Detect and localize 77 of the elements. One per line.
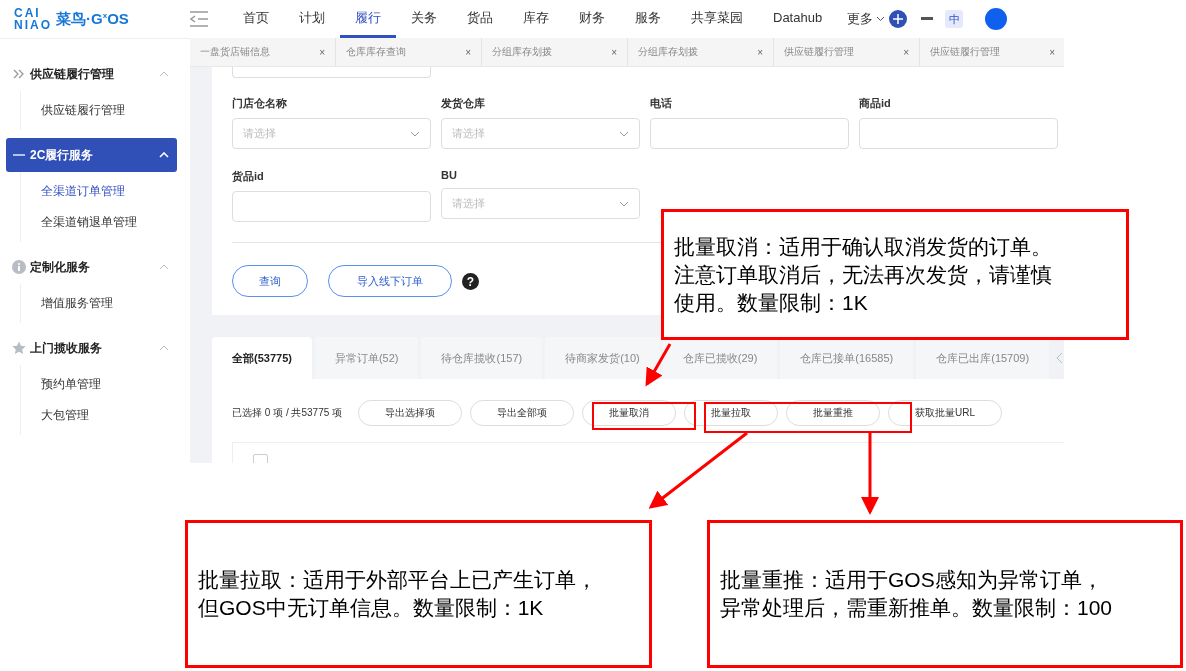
nav-tab[interactable]: 库存	[508, 0, 564, 38]
action-button[interactable]: 批量重推	[786, 400, 881, 426]
field-label: 货品id	[232, 169, 265, 184]
more-menu[interactable]: 更多	[847, 10, 886, 28]
action-button[interactable]: 批量取消	[582, 400, 677, 426]
sidebar-item[interactable]: 供应链履行管理	[21, 95, 125, 126]
close-tab-button[interactable]: ×	[757, 46, 763, 58]
query-button[interactable]: 查询	[232, 265, 308, 297]
nav-tab[interactable]: 关务	[396, 0, 452, 38]
sidebar-group[interactable]: 2C履行服务	[6, 138, 177, 172]
import-button[interactable]: 导入线下订单	[328, 265, 452, 297]
nav-tab[interactable]: 首页	[228, 0, 284, 38]
help-icon[interactable]: ?	[462, 272, 479, 290]
arrow	[645, 343, 672, 387]
chevron-down-icon	[876, 16, 886, 22]
close-tab-button[interactable]: ×	[319, 46, 325, 58]
nav-tab[interactable]: 货品	[452, 0, 508, 38]
input-field[interactable]	[232, 191, 431, 222]
field-label: 门店仓名称	[232, 96, 288, 111]
add-icon[interactable]	[889, 10, 908, 28]
logo-text: NIAO	[14, 19, 52, 31]
field-label: BU	[441, 169, 458, 181]
scroll-left-icon[interactable]	[1056, 352, 1064, 364]
info-icon	[12, 260, 26, 274]
language-toggle[interactable]: 中	[945, 10, 964, 28]
status-tab[interactable]: 待商家发货(10)	[545, 337, 660, 379]
sidebar-item[interactable]: 大包管理	[21, 400, 89, 431]
status-tab[interactable]: 全部(53775)	[212, 337, 312, 379]
page-tab[interactable]: 一盘货店铺信息	[200, 45, 270, 59]
star-icon	[12, 341, 26, 355]
nav-tab[interactable]: 财务	[564, 0, 620, 38]
callout-text: 批量取消：适用于确认取消发货的订单。 注意订单取消后，无法再次发货，请谨慎 使用。数量限制：1K	[674, 233, 1052, 316]
status-tab[interactable]: 仓库已出库(15709)	[916, 337, 1050, 379]
field-label: 商品id	[859, 96, 892, 111]
action-button[interactable]: 导出选择项	[358, 400, 463, 426]
sidebar-group[interactable]: 上门揽收服务	[6, 331, 177, 365]
sidebar-item[interactable]: 全渠道销退单管理	[21, 207, 137, 238]
action-button[interactable]: 导出全部项	[470, 400, 575, 426]
field-label: 发货仓库	[441, 96, 486, 111]
chevron-down-icon	[410, 130, 420, 137]
selection-summary: 已选择 0 项 / 共53775 项	[232, 406, 343, 420]
brand-name: 菜鸟·G$^{x}$OS	[56, 9, 129, 29]
nav-tab[interactable]: 服务	[620, 0, 676, 38]
page-tab[interactable]: 供应链履行管理	[930, 45, 1000, 59]
close-tab-button[interactable]: ×	[903, 46, 909, 58]
close-tab-button[interactable]: ×	[465, 46, 471, 58]
input-field[interactable]	[859, 118, 1058, 149]
nav-tab[interactable]: Datahub	[758, 0, 838, 38]
input-field[interactable]	[650, 118, 849, 149]
status-tab[interactable]: 仓库已接单(16585)	[780, 337, 914, 379]
sidebar-item[interactable]: 全渠道订单管理	[21, 176, 125, 207]
field-label: 电话	[650, 96, 673, 111]
callout-text: 批量重推：适用于GOS感知为异常订单， 异常处理后，需重新推单。数量限制：100	[720, 567, 1113, 621]
collapse-menu-icon[interactable]	[190, 11, 208, 27]
double-chevron-icon	[12, 67, 26, 81]
nav-tab[interactable]: 计划	[284, 0, 340, 38]
status-tab[interactable]: 待仓库揽收(157)	[421, 337, 543, 379]
sidebar-group[interactable]: 供应链履行管理	[6, 57, 177, 91]
chevron-down-icon	[619, 200, 629, 207]
logo-text: CAI	[14, 7, 42, 19]
input-field[interactable]	[232, 67, 431, 78]
status-tab[interactable]: 异常订单(52)	[314, 337, 419, 379]
minus-icon[interactable]	[921, 17, 934, 21]
avatar-icon[interactable]	[985, 8, 1008, 30]
sidebar-group[interactable]: 定制化服务	[6, 250, 177, 284]
close-tab-button[interactable]: ×	[611, 46, 617, 58]
page-tab[interactable]: 分组库存划拨	[492, 45, 552, 59]
action-button[interactable]: 获取批量URL	[888, 400, 1003, 426]
callout-text: 批量拉取：适用于外部平台上已产生订单， 但GOS中无订单信息。数量限制：1K	[198, 567, 597, 621]
page-tab[interactable]: 分组库存划拨	[638, 45, 698, 59]
chevron-down-icon	[619, 130, 629, 137]
close-tab-button[interactable]: ×	[1049, 46, 1055, 58]
page-tab[interactable]: 仓库库存查询	[346, 45, 406, 59]
nav-tab[interactable]: 共享菜园	[676, 0, 758, 38]
sidebar-item[interactable]: 增值服务管理	[21, 288, 113, 319]
sidebar-item[interactable]: 预约单管理	[21, 369, 101, 400]
page-tab[interactable]: 供应链履行管理	[784, 45, 854, 59]
